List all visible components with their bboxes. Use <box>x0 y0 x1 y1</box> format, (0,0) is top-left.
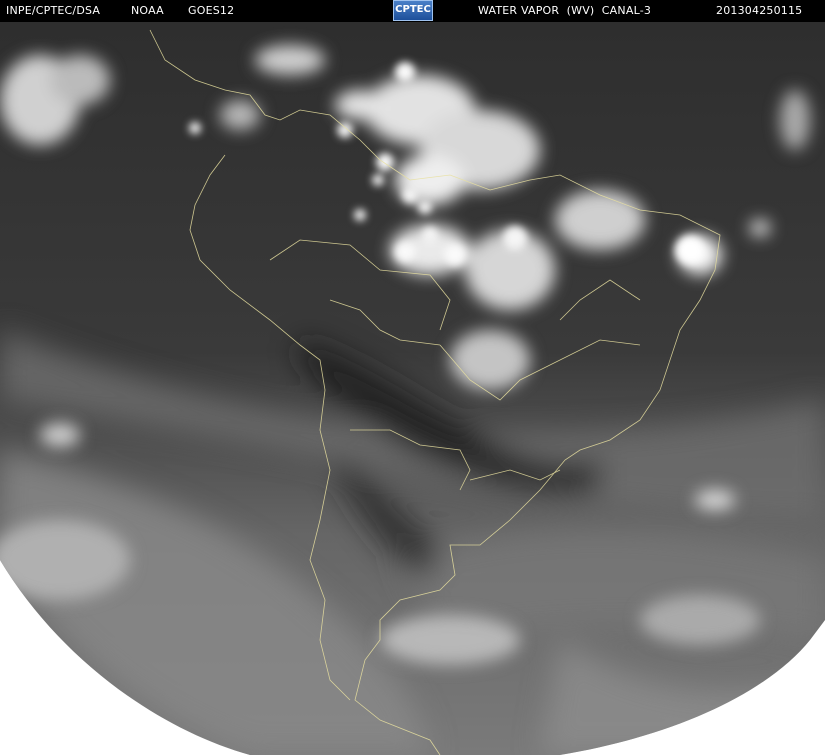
agency-label: NOAA <box>131 4 164 17</box>
channel-label: WATER VAPOR (WV) CANAL-3 <box>478 4 652 17</box>
cptec-logo: CPTEC <box>393 0 433 21</box>
satellite-image <box>0 22 825 755</box>
satellite-label: GOES12 <box>188 4 235 17</box>
water-vapor-image <box>0 22 825 755</box>
logo-text: CPTEC <box>395 4 431 15</box>
header-bar: INPE/CPTEC/DSA NOAA GOES12 CPTEC WATER V… <box>0 0 825 22</box>
timestamp-label: 201304250115 <box>716 4 803 17</box>
source-label: INPE/CPTEC/DSA <box>6 4 101 17</box>
